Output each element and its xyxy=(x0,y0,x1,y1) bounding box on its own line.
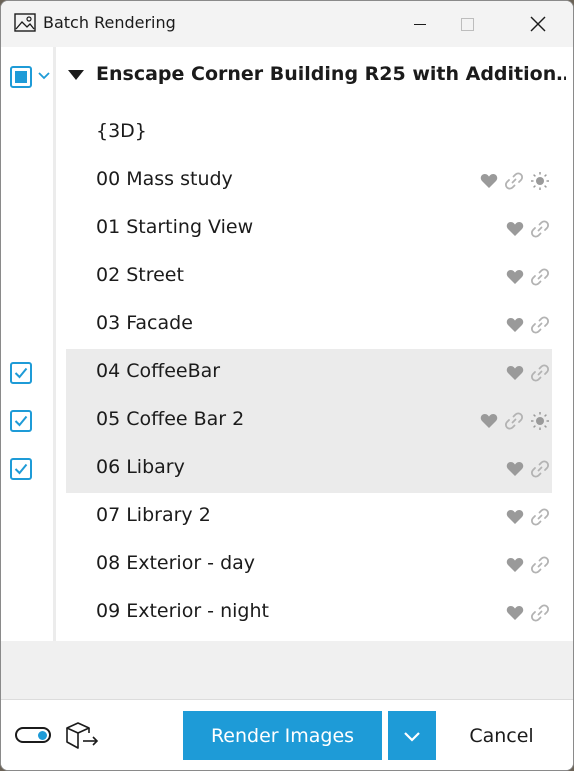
view-checkbox[interactable] xyxy=(10,410,32,432)
view-row[interactable]: 04 CoffeeBar xyxy=(66,349,552,397)
minimize-icon xyxy=(414,23,426,25)
title-bar[interactable]: Batch Rendering xyxy=(1,1,573,47)
heart-icon[interactable] xyxy=(506,317,524,333)
select-all-checkbox[interactable] xyxy=(10,66,32,88)
heart-icon[interactable] xyxy=(506,221,524,237)
view-status-icons xyxy=(506,554,550,576)
checkmark-icon xyxy=(14,463,28,475)
view-status-icons xyxy=(506,458,550,480)
view-status-icons xyxy=(480,410,550,432)
view-row[interactable]: 03 Facade xyxy=(66,301,552,349)
chevron-down-icon[interactable] xyxy=(37,69,51,83)
link-icon[interactable] xyxy=(504,411,524,431)
view-row[interactable]: 07 Library 2 xyxy=(66,493,552,541)
link-icon[interactable] xyxy=(530,555,550,575)
checkmark-icon xyxy=(14,367,28,379)
view-row[interactable]: 09 Exterior - night xyxy=(66,589,552,637)
link-icon[interactable] xyxy=(530,219,550,239)
toggle-switch[interactable] xyxy=(15,727,51,743)
maximize-button[interactable] xyxy=(444,1,490,47)
view-row[interactable]: 05 Coffee Bar 2 xyxy=(66,397,552,445)
view-tree: Enscape Corner Building R25 with Additio… xyxy=(1,47,573,641)
view-status-icons xyxy=(506,506,550,528)
view-row[interactable]: 06 Libary xyxy=(66,445,552,493)
heart-icon[interactable] xyxy=(506,605,524,621)
view-label: 00 Mass study xyxy=(96,168,233,190)
view-label: 02 Street xyxy=(96,264,184,286)
window-title: Batch Rendering xyxy=(43,13,176,32)
batch-rendering-window: Batch Rendering Enscape Corner Building … xyxy=(0,0,574,771)
minimize-button[interactable] xyxy=(397,1,443,47)
heart-icon[interactable] xyxy=(506,557,524,573)
heart-icon[interactable] xyxy=(506,461,524,477)
view-row[interactable]: 02 Street xyxy=(66,253,552,301)
heart-icon[interactable] xyxy=(480,413,498,429)
gutter-divider xyxy=(53,47,56,641)
image-icon xyxy=(14,13,36,32)
view-label: 09 Exterior - night xyxy=(96,600,269,622)
heart-icon[interactable] xyxy=(506,365,524,381)
view-label: 06 Libary xyxy=(96,456,185,478)
close-button[interactable] xyxy=(515,1,561,47)
view-status-icons xyxy=(480,170,550,192)
chevron-down-icon xyxy=(404,731,420,742)
sun-icon[interactable] xyxy=(530,171,550,191)
view-status-icons xyxy=(506,362,550,384)
toggle-knob xyxy=(38,731,47,740)
view-label: 08 Exterior - day xyxy=(96,552,256,574)
footer-bar: Render Images Cancel xyxy=(1,699,573,770)
view-row[interactable]: 08 Exterior - day xyxy=(66,541,552,589)
link-icon[interactable] xyxy=(504,171,524,191)
export-box-icon[interactable] xyxy=(64,720,100,752)
view-row[interactable]: {3D} xyxy=(66,109,552,157)
view-label: 01 Starting View xyxy=(96,216,254,238)
view-label: 03 Facade xyxy=(96,312,193,334)
link-icon[interactable] xyxy=(530,507,550,527)
view-checkbox[interactable] xyxy=(10,362,32,384)
view-status-icons xyxy=(506,266,550,288)
view-status-icons xyxy=(506,218,550,240)
heart-icon[interactable] xyxy=(506,509,524,525)
maximize-icon xyxy=(460,17,474,31)
view-status-icons xyxy=(506,314,550,336)
view-checkbox[interactable] xyxy=(10,458,32,480)
project-node[interactable]: Enscape Corner Building R25 with Additio… xyxy=(66,59,566,93)
partial-check-indicator xyxy=(15,71,27,83)
view-row[interactable]: 00 Mass study xyxy=(66,157,552,205)
render-images-button[interactable]: Render Images xyxy=(183,711,382,760)
project-title: Enscape Corner Building R25 with Additio… xyxy=(96,63,566,85)
view-label: {3D} xyxy=(96,120,147,142)
expand-triangle-icon[interactable] xyxy=(68,70,84,80)
view-label: 05 Coffee Bar 2 xyxy=(96,408,245,430)
link-icon[interactable] xyxy=(530,363,550,383)
render-options-dropdown[interactable] xyxy=(388,711,436,760)
view-status-icons xyxy=(506,602,550,624)
close-icon xyxy=(530,16,546,32)
view-label: 04 CoffeeBar xyxy=(96,360,221,382)
sun-icon[interactable] xyxy=(530,411,550,431)
link-icon[interactable] xyxy=(530,459,550,479)
view-label: 07 Library 2 xyxy=(96,504,211,526)
heart-icon[interactable] xyxy=(480,173,498,189)
link-icon[interactable] xyxy=(530,603,550,623)
checkmark-icon xyxy=(14,415,28,427)
heart-icon[interactable] xyxy=(506,269,524,285)
link-icon[interactable] xyxy=(530,267,550,287)
empty-list-area xyxy=(1,641,573,699)
cancel-button[interactable]: Cancel xyxy=(448,711,555,760)
view-row[interactable]: 01 Starting View xyxy=(66,205,552,253)
link-icon[interactable] xyxy=(530,315,550,335)
